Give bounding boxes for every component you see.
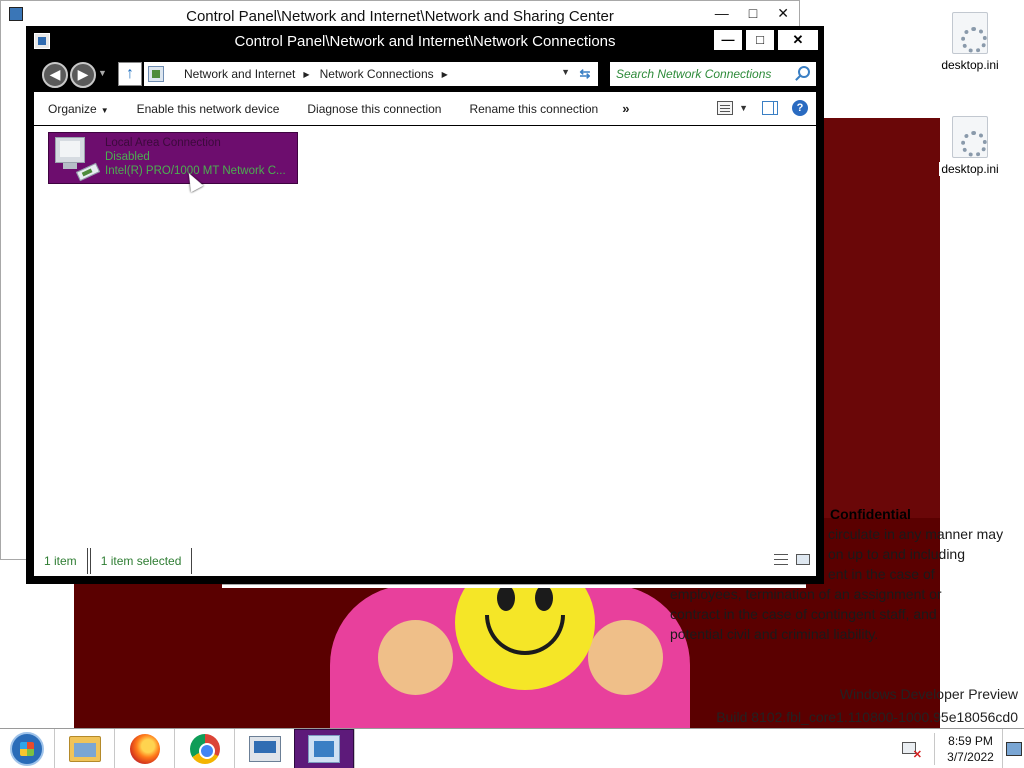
show-desktop-button[interactable] [1002,729,1024,768]
start-button[interactable] [0,729,54,768]
item-count: 1 item [34,548,88,574]
wallpaper-text-line: circulate in any manner may [828,526,1004,542]
firefox-icon [129,733,160,764]
details-view-icon[interactable] [774,554,788,565]
network-center-icon [308,734,340,763]
taskbar-network-center[interactable] [294,728,354,768]
desktop-icon-label: desktop.ini [939,58,1001,72]
back-button[interactable]: ◀ [42,62,68,88]
desktop-icon-desktop-ini[interactable]: desktop.ini [930,12,1010,72]
wallpaper-confidential-title: Confidential [830,506,911,522]
control-panel-icon [34,33,50,49]
settings-file-icon [952,116,988,158]
system-tray: 8:59 PM 3/7/2022 [900,729,1024,768]
wallpaper-smiley-right-eye [535,585,553,611]
chrome-icon [189,733,220,764]
more-commands-button[interactable]: » [612,92,639,126]
build-watermark-title: Windows Developer Preview [839,686,1018,702]
window-shadow-strip [222,584,806,588]
window-client-area: ◀ ▶ ▼ ↑ Network and Internet ▶ Network C… [34,56,816,576]
taskbar-firefox[interactable] [114,728,174,768]
wallpaper-character-right-hand [588,620,663,695]
control-panel-icon [9,7,23,21]
minimize-button[interactable]: — [714,30,742,50]
folder-icon [68,735,101,762]
chevron-down-icon: ▼ [100,105,109,115]
local-area-connection-item[interactable]: Local Area Connection Disabled Intel(R) … [48,132,298,184]
taskbar: 8:59 PM 3/7/2022 [0,728,1024,768]
close-button[interactable]: ✕ [778,30,818,50]
up-button[interactable]: ↑ [118,62,142,86]
refresh-icon[interactable]: ⇆ [576,65,594,83]
wallpaper-smiley-left-eye [497,585,515,611]
clock-date: 3/7/2022 [947,750,994,764]
taskbar-chrome[interactable] [174,728,234,768]
minimize-button[interactable]: — [715,5,729,22]
recent-pages-dropdown[interactable]: ▼ [98,68,107,78]
wallpaper-text-line: contract in the case of contingent staff… [670,606,937,622]
maximize-button[interactable]: □ [749,5,757,22]
address-bar[interactable]: Network and Internet ▶ Network Connectio… [144,62,598,86]
wallpaper-text-line: employees, termination of an assignment … [670,586,942,602]
view-options-dropdown[interactable]: ▼ [739,103,748,113]
change-view-icon[interactable] [717,101,734,115]
wallpaper-text-line: on up to and including [828,546,965,562]
window-titlebar[interactable]: Control Panel\Network and Internet\Netwo… [26,26,824,56]
large-icons-view-icon[interactable] [796,554,810,565]
desktop: Confidential circulate in any manner may… [0,0,1024,728]
wallpaper-panel [820,118,940,518]
breadcrumb-chevron-icon[interactable]: ▶ [303,70,309,79]
wallpaper-text-line: ent in the case of [828,566,935,582]
taskbar-computer[interactable] [234,728,294,768]
enable-device-button[interactable]: Enable this network device [123,92,294,126]
navigation-bar: ◀ ▶ ▼ ↑ Network and Internet ▶ Network C… [34,56,816,92]
computer-icon [248,735,281,762]
search-icon[interactable] [798,66,810,78]
breadcrumb-network-and-internet[interactable]: Network and Internet [184,67,295,81]
maximize-button[interactable]: □ [746,30,774,50]
diagnose-connection-button[interactable]: Diagnose this connection [293,92,455,126]
help-icon[interactable]: ? [792,100,808,116]
windows-logo-icon [10,731,44,766]
network-connections-window[interactable]: Control Panel\Network and Internet\Netwo… [26,26,824,584]
settings-file-icon [952,12,988,54]
organize-label: Organize [48,101,97,116]
desktop-icon-desktop-ini[interactable]: desktop.ini [930,116,1010,176]
status-bar: 1 item 1 item selected [34,546,816,576]
preview-pane-icon[interactable] [762,101,778,115]
search-box[interactable] [610,62,816,86]
command-bar: Organize ▼ Enable this network device Dia… [34,92,816,126]
network-folder-icon [148,66,164,82]
wallpaper-text-line: potential civil and criminal liability. [670,626,879,642]
connections-list: Local Area Connection Disabled Intel(R) … [34,126,816,546]
build-watermark-version: Build 8102.fbl_core1.110800-1000.95e1805… [716,709,1018,725]
sharing-center-title: Control Panel\Network and Internet\Netwo… [186,7,614,25]
network-disconnected-icon[interactable] [900,740,922,761]
selected-count: 1 item selected [89,548,193,574]
window-title: Control Panel\Network and Internet\Netwo… [234,32,616,50]
connection-status: Disabled [105,151,150,163]
rename-connection-button[interactable]: Rename this connection [455,92,612,126]
wallpaper-character-left-hand [378,620,453,695]
address-history-dropdown[interactable]: ▼ [561,67,570,77]
connection-name: Local Area Connection [105,137,221,149]
taskbar-separator [354,728,356,768]
clock-time: 8:59 PM [948,734,993,748]
close-button[interactable]: ✕ [777,5,789,22]
taskbar-file-explorer[interactable] [54,728,114,768]
forward-button[interactable]: ▶ [70,62,96,88]
desktop-icon-label: desktop.ini [939,162,1001,176]
breadcrumb-network-connections[interactable]: Network Connections [320,67,434,81]
search-input[interactable] [616,63,796,85]
network-adapter-icon [49,133,105,183]
breadcrumb-chevron-icon[interactable]: ▶ [442,70,448,79]
organize-menu[interactable]: Organize ▼ [34,92,123,126]
clock[interactable]: 8:59 PM 3/7/2022 [934,733,1002,765]
